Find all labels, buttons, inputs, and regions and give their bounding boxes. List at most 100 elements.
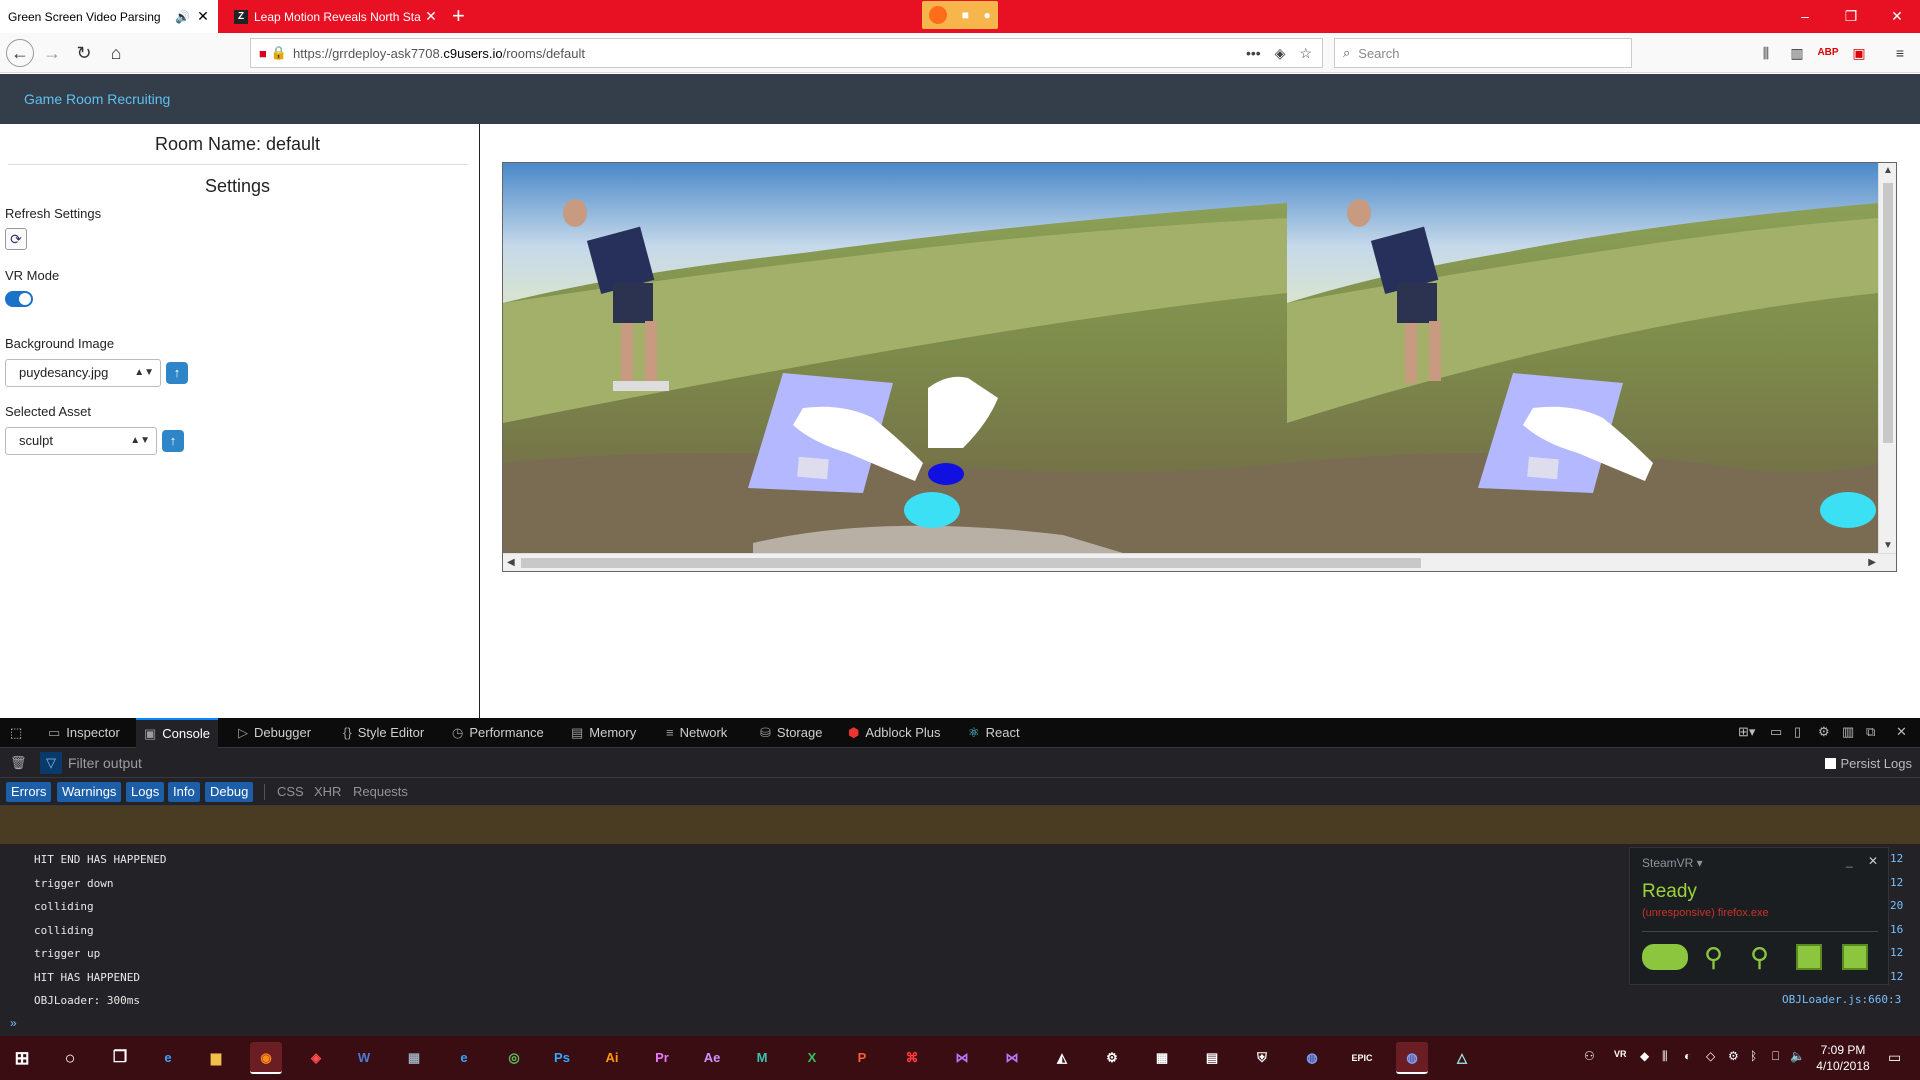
background-image-select[interactable]: puydesancy.jpg ▲▼: [5, 359, 161, 387]
steam-icon[interactable]: ⚙: [1096, 1042, 1128, 1074]
responsive-icon[interactable]: ▯: [1794, 724, 1801, 740]
system-clock[interactable]: 7:09 PM 4/10/2018: [1803, 1042, 1883, 1074]
vr-app-icon[interactable]: ◍: [1296, 1042, 1328, 1074]
epic-games-icon[interactable]: EPIC: [1346, 1042, 1378, 1074]
vr-mode-toggle[interactable]: [5, 291, 33, 307]
back-button[interactable]: ←: [6, 39, 34, 67]
scroll-up-icon[interactable]: ▲: [1883, 165, 1893, 176]
tab-react[interactable]: ⚛ React: [968, 718, 1020, 748]
search-input[interactable]: ⌕ Search: [1334, 38, 1632, 68]
tab-network[interactable]: ≡ Network: [666, 718, 727, 748]
steamvr-taskbar-icon[interactable]: ◍: [1396, 1042, 1428, 1074]
separate-window-icon[interactable]: ⧉: [1866, 724, 1875, 740]
tab-performance[interactable]: ◷ Performance: [452, 718, 544, 748]
source-line-link[interactable]: 12: [1890, 876, 1903, 889]
edge-icon[interactable]: e: [152, 1042, 184, 1074]
source-line-link[interactable]: 12: [1890, 852, 1903, 865]
menu-icon[interactable]: ≡: [1888, 41, 1912, 65]
task-view-icon[interactable]: ❐: [104, 1042, 136, 1074]
new-tab-button[interactable]: +: [452, 4, 465, 28]
maya-icon[interactable]: M: [746, 1042, 778, 1074]
nvidia-tray-icon[interactable]: ⫼: [1662, 1049, 1668, 1064]
horizontal-scrollbar[interactable]: ◀ ▶: [503, 553, 1896, 571]
close-devtools-icon[interactable]: ✕: [1896, 724, 1907, 740]
filter-debug-button[interactable]: Debug: [205, 782, 254, 802]
vr-stereo-scene[interactable]: [503, 163, 1878, 553]
calculator-icon[interactable]: ▦: [1146, 1042, 1178, 1074]
tab-console[interactable]: ▣ Console: [136, 718, 218, 748]
tab-storage[interactable]: ⛁ Storage: [760, 718, 822, 748]
lock-icon[interactable]: 🔒: [271, 45, 287, 61]
internet-explorer-icon[interactable]: e: [448, 1042, 480, 1074]
pick-element-icon[interactable]: ⬚: [10, 718, 22, 748]
tab-adblock-plus[interactable]: ⬢ Adblock Plus: [848, 718, 941, 748]
cortana-icon[interactable]: ○: [54, 1042, 86, 1074]
brand-link[interactable]: Game Room Recruiting: [24, 91, 170, 107]
filter-info-button[interactable]: Info: [168, 782, 200, 802]
filter-warnings-button[interactable]: Warnings: [57, 782, 122, 802]
bluetooth-tray-icon[interactable]: ᛒ: [1750, 1049, 1757, 1063]
tab-debugger[interactable]: ▷ Debugger: [238, 718, 311, 748]
file-explorer-icon[interactable]: ▆: [200, 1042, 232, 1074]
tab-inspector[interactable]: ▭ Inspector: [48, 718, 120, 748]
scroll-down-icon[interactable]: ▼: [1883, 540, 1893, 551]
excel-icon[interactable]: X: [796, 1042, 828, 1074]
visual-studio-alt-icon[interactable]: ⋈: [996, 1042, 1028, 1074]
bookmark-star-icon[interactable]: ☆: [1299, 45, 1312, 62]
unity-icon[interactable]: ◭: [1046, 1042, 1078, 1074]
pocket-icon[interactable]: ◈: [1275, 45, 1286, 62]
refresh-settings-button[interactable]: ⟳: [5, 228, 27, 250]
tab-leap-motion[interactable]: Z Leap Motion Reveals North Sta ✕: [226, 0, 446, 33]
tab-style-editor[interactable]: {} Style Editor: [343, 718, 424, 748]
tab-memory[interactable]: ▤ Memory: [571, 718, 636, 748]
people-icon[interactable]: ⚇: [1584, 1049, 1595, 1063]
controller-icon[interactable]: ⚲: [1750, 944, 1769, 970]
app-icon[interactable]: ▤: [1196, 1042, 1228, 1074]
network-tool-icon[interactable]: ▦: [398, 1042, 430, 1074]
media-sharing-indicator[interactable]: ■ ●: [922, 1, 998, 29]
frame-select-icon[interactable]: ▭: [1770, 724, 1782, 740]
notifications-icon[interactable]: ▭: [1888, 1049, 1901, 1066]
illustrator-icon[interactable]: Ai: [596, 1042, 628, 1074]
base-station-icon[interactable]: [1842, 944, 1868, 970]
firefox-icon[interactable]: ◉: [250, 1042, 282, 1074]
restore-window-button[interactable]: ❐: [1828, 0, 1874, 33]
filter-icon[interactable]: ▽: [40, 752, 62, 774]
source-line-link[interactable]: 12: [1890, 946, 1903, 959]
dropbox-tray-icon[interactable]: ◇: [1706, 1049, 1715, 1063]
powerpoint-icon[interactable]: P: [846, 1042, 878, 1074]
camera-permission-icon[interactable]: ■: [259, 46, 267, 61]
after-effects-icon[interactable]: Ae: [696, 1042, 728, 1074]
reload-button[interactable]: ↻: [70, 39, 98, 67]
checkbox-box[interactable]: [1825, 758, 1837, 769]
filter-xhr-button[interactable]: XHR: [309, 782, 346, 802]
close-tab-icon[interactable]: ✕: [196, 8, 210, 25]
forward-button[interactable]: →: [38, 39, 66, 67]
filter-output-input[interactable]: Filter output: [68, 755, 142, 771]
close-tab-icon[interactable]: ✕: [424, 8, 438, 25]
visual-studio-icon[interactable]: ⋈: [946, 1042, 978, 1074]
controller-icon[interactable]: ⚲: [1704, 944, 1723, 970]
app-tray-icon[interactable]: ◐: [1684, 1049, 1691, 1063]
scroll-left-icon[interactable]: ◀: [507, 557, 515, 568]
shield-tray-icon[interactable]: ◆: [1640, 1049, 1649, 1063]
trash-icon[interactable]: 🗑: [10, 755, 27, 771]
upload-asset-button[interactable]: ↑: [162, 430, 184, 452]
source-line-link[interactable]: 20: [1890, 899, 1903, 912]
vertical-scrollbar[interactable]: ▲ ▼: [1878, 163, 1896, 553]
vr-viewport[interactable]: ▲ ▼ ◀ ▶: [502, 162, 1897, 572]
settings-gear-icon[interactable]: ⚙: [1818, 724, 1830, 740]
premiere-icon[interactable]: Pr: [646, 1042, 678, 1074]
library-icon[interactable]: ⫼: [1754, 41, 1778, 65]
sidebar-icon[interactable]: ▥: [1785, 41, 1809, 65]
word-icon[interactable]: W: [348, 1042, 380, 1074]
base-station-icon[interactable]: [1796, 944, 1822, 970]
steamvr-minimize-button[interactable]: _: [1846, 854, 1853, 868]
headset-icon[interactable]: [1642, 944, 1688, 970]
filter-requests-button[interactable]: Requests: [348, 782, 413, 802]
url-bar[interactable]: ■ 🔒 https://grrdeploy-ask7708.c9users.io…: [250, 38, 1323, 68]
source-line-link[interactable]: 16: [1890, 923, 1903, 936]
vivaldi-icon[interactable]: ◈: [300, 1042, 332, 1074]
console-input-prompt[interactable]: »: [10, 1016, 17, 1030]
source-line-link[interactable]: 12: [1890, 970, 1903, 983]
